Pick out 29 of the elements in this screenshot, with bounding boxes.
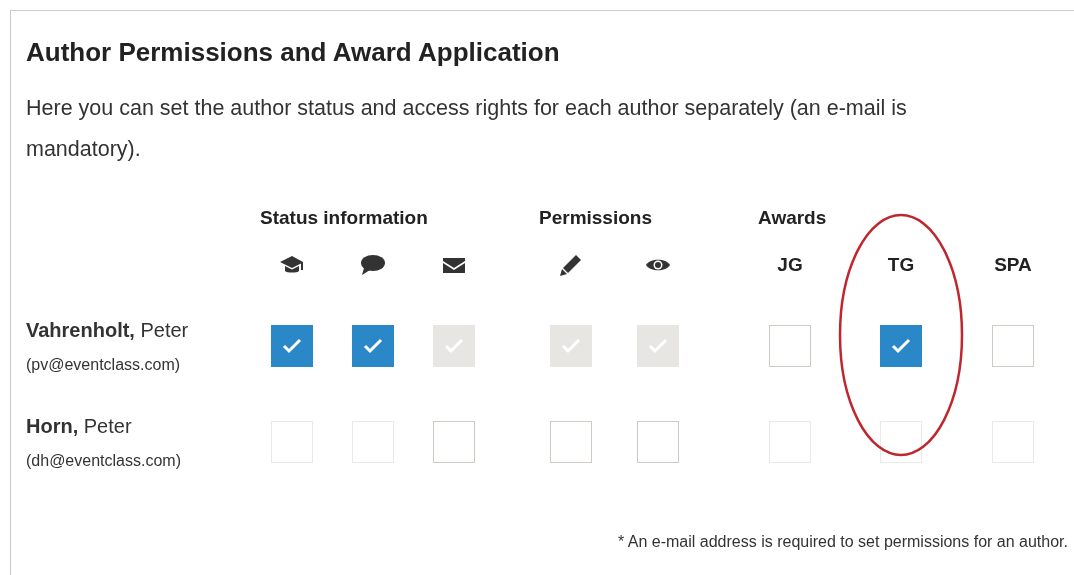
speech-bubble-icon (360, 253, 386, 278)
checkbox[interactable] (352, 325, 394, 368)
checkbox[interactable] (637, 421, 679, 464)
column-header: TG (887, 253, 915, 278)
pencil-icon (558, 253, 584, 278)
section-title: Author Permissions and Award Application (26, 37, 561, 69)
checkbox[interactable] (433, 421, 475, 464)
column-group-header: Awards (757, 205, 828, 230)
intro-text: Here you can set the author status and access rights for each author separately (an e-mail is mandatory). (26, 95, 908, 164)
footnote: * An e-mail address is required to set permissions for an author. (617, 532, 1069, 553)
column-header: JG (777, 253, 803, 278)
author-email: (dh@eventclass.com) (26, 451, 182, 472)
author-email: (pv@eventclass.com) (26, 355, 182, 376)
column-group-header: Status information (259, 205, 429, 230)
check-icon (891, 338, 911, 355)
column-group-header: Permissions (538, 205, 653, 230)
check-icon (444, 338, 464, 355)
checkbox[interactable] (769, 325, 811, 368)
checkbox[interactable] (992, 325, 1034, 368)
author-name: Vahrenholt, Peter (26, 318, 190, 344)
check-icon (363, 338, 383, 355)
column-header: SPA (994, 253, 1032, 278)
checkbox[interactable] (880, 325, 922, 368)
checkbox[interactable] (271, 325, 313, 368)
author-name: Horn, Peter (26, 414, 133, 440)
check-icon (648, 338, 668, 355)
check-icon (561, 338, 581, 355)
check-icon (282, 338, 302, 355)
checkbox[interactable] (550, 421, 592, 464)
